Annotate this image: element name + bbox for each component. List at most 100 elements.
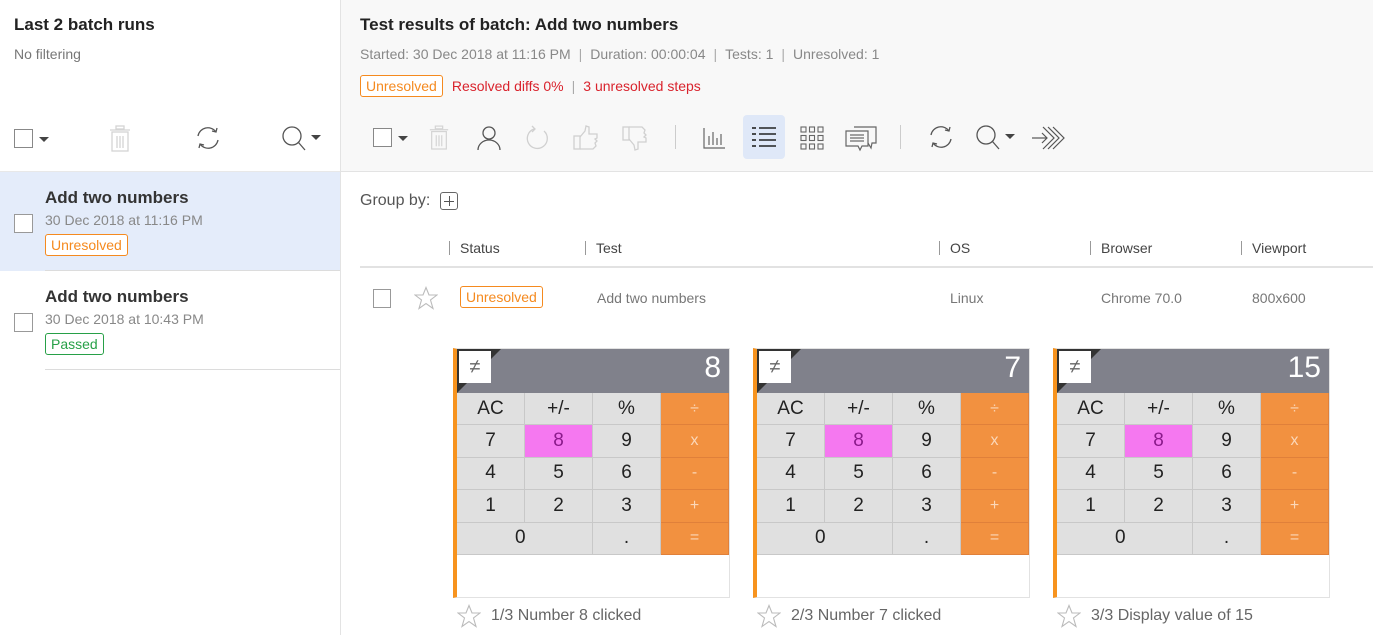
- undo-icon[interactable]: [525, 125, 551, 151]
- checkbox-icon: [373, 128, 392, 147]
- calc-display-value: 7: [1004, 351, 1021, 384]
- calc-key: 3: [1193, 490, 1261, 523]
- test-results-panel: Test results of batch: Add two numbers S…: [341, 0, 1373, 635]
- batch-name: Add two numbers: [45, 188, 189, 207]
- diff-icon: ≠: [459, 351, 491, 383]
- calc-key: +: [1261, 490, 1329, 523]
- calc-key: 5: [525, 457, 593, 491]
- calc-keypad: AC +/-% ÷ 7 8 9 x 4 5 6- 1 2 3 +0. =: [457, 393, 729, 555]
- calc-key: ÷: [961, 393, 1029, 426]
- step-caption-text: 2/3 Number 7 clicked: [791, 607, 942, 624]
- list-view-button[interactable]: [743, 115, 785, 159]
- calculator-screenshot: 8 ≠ AC +/-% ÷ 7 8 9 x 4 5 6-1 2 3 +0. =: [457, 349, 729, 555]
- results-table-header: Status Test OS Browser Viewport: [360, 232, 1373, 268]
- batch-status-row: Unresolved Resolved diffs 0% | 3 unresol…: [360, 75, 701, 97]
- column-header-viewport[interactable]: Viewport: [1241, 240, 1306, 256]
- thumbs-up-icon[interactable]: [572, 125, 600, 151]
- calc-key: 7: [1057, 425, 1125, 458]
- calc-key: 4: [457, 457, 525, 491]
- test-name[interactable]: Add two numbers: [597, 290, 706, 306]
- batch-checkbox[interactable]: [14, 313, 33, 332]
- column-header-os[interactable]: OS: [939, 240, 970, 256]
- os-value: Linux: [950, 290, 984, 306]
- step-thumbnail[interactable]: 7 ≠ AC +/-% ÷ 7 8 9 x 4 5 6-1 2 3 +0. =: [753, 348, 1030, 598]
- grid-view-icon[interactable]: [800, 126, 824, 150]
- calc-key: AC: [757, 393, 825, 426]
- calc-display: 15: [1057, 349, 1329, 393]
- toolbar-separator: [675, 125, 676, 149]
- calc-key: x: [1261, 425, 1329, 458]
- expand-all-icon[interactable]: [1031, 124, 1067, 152]
- star-icon[interactable]: [457, 604, 481, 628]
- column-header-test[interactable]: Test: [585, 240, 622, 256]
- thumbs-down-icon[interactable]: [621, 125, 649, 151]
- started-time: Started: 30 Dec 2018 at 11:16 PM: [360, 46, 571, 62]
- duration: Duration: 00:00:04: [590, 46, 706, 62]
- step-thumbnail[interactable]: 8 ≠ AC +/-% ÷ 7 8 9 x 4 5 6-1 2 3 +0. =: [453, 348, 730, 598]
- table-row[interactable]: Unresolved Add two numbers Linux Chrome …: [360, 282, 1373, 316]
- step-thumbnail[interactable]: 15 ≠ AC +/-% ÷ 7 8 9 x 4 5 6- 1 2 3 +0. =: [1053, 348, 1330, 598]
- trash-icon[interactable]: [108, 125, 132, 153]
- viewport-value: 800x600: [1252, 290, 1306, 306]
- step-caption-text: 3/3 Display value of 15: [1091, 607, 1253, 624]
- caret-down-icon: [398, 136, 408, 141]
- batch-list-sidebar: Last 2 batch runs No filtering Add two n…: [0, 0, 341, 635]
- user-icon[interactable]: [476, 125, 502, 151]
- add-group-button[interactable]: [440, 192, 459, 210]
- step-caption: 1/3 Number 8 clicked: [457, 604, 641, 628]
- calc-key: =: [661, 522, 729, 555]
- step-caption: 3/3 Display value of 15: [1057, 604, 1253, 628]
- calc-display-value: 15: [1287, 351, 1321, 384]
- batch-item[interactable]: Add two numbers 30 Dec 2018 at 11:16 PM …: [0, 172, 340, 271]
- batch-item[interactable]: Add two numbers 30 Dec 2018 at 10:43 PM …: [0, 271, 340, 370]
- star-icon[interactable]: [414, 286, 438, 310]
- calc-key: +/-: [1125, 393, 1193, 426]
- results-header: Test results of batch: Add two numbers S…: [341, 0, 1373, 172]
- row-checkbox[interactable]: [373, 289, 391, 308]
- calc-key: .: [593, 522, 661, 555]
- calc-key: .: [1193, 522, 1261, 555]
- calc-key: +: [661, 490, 729, 523]
- calc-key: 0: [757, 522, 893, 555]
- caret-down-icon: [39, 137, 49, 142]
- calc-key: -: [961, 457, 1029, 491]
- diff-icon: ≠: [759, 351, 791, 383]
- calc-key: +/-: [825, 393, 893, 426]
- calc-key: 0: [457, 522, 593, 555]
- calc-display: 7: [757, 349, 1029, 393]
- divider: [45, 369, 340, 370]
- toolbar-separator: [900, 125, 901, 149]
- results-toolbar: [341, 115, 1373, 160]
- calc-key: x: [961, 425, 1029, 458]
- column-header-browser[interactable]: Browser: [1090, 240, 1152, 256]
- calc-key: 1: [1057, 490, 1125, 523]
- batch-date: 30 Dec 2018 at 10:43 PM: [45, 311, 204, 327]
- batch-checkbox[interactable]: [14, 214, 33, 233]
- unresolved-steps: 3 unresolved steps: [583, 78, 701, 94]
- refresh-icon[interactable]: [195, 125, 221, 151]
- calc-key: 0: [1057, 522, 1193, 555]
- calc-key: 4: [757, 457, 825, 491]
- calc-key: x: [661, 425, 729, 458]
- calc-key: 9: [593, 425, 661, 458]
- search-dropdown-icon[interactable]: [282, 125, 322, 153]
- star-icon[interactable]: [1057, 604, 1081, 628]
- calc-key: =: [961, 522, 1029, 555]
- search-dropdown-icon[interactable]: [976, 124, 1016, 152]
- refresh-icon[interactable]: [928, 124, 954, 150]
- group-by: Group by:: [360, 192, 459, 210]
- column-header-status[interactable]: Status: [449, 240, 500, 256]
- calc-key: 5: [1125, 457, 1193, 491]
- browser-value: Chrome 70.0: [1101, 290, 1182, 306]
- calc-key: 6: [593, 457, 661, 491]
- select-all-dropdown[interactable]: [14, 129, 50, 149]
- trash-icon[interactable]: [428, 125, 450, 151]
- calc-key: 9: [1193, 425, 1261, 458]
- calc-key: -: [661, 457, 729, 491]
- calc-key: =: [1261, 522, 1329, 555]
- bar-chart-icon[interactable]: [702, 126, 726, 150]
- star-icon[interactable]: [757, 604, 781, 628]
- select-all-dropdown[interactable]: [373, 128, 409, 148]
- batch-meta: Started: 30 Dec 2018 at 11:16 PM | Duratio…: [360, 46, 879, 62]
- comments-icon[interactable]: [845, 124, 877, 152]
